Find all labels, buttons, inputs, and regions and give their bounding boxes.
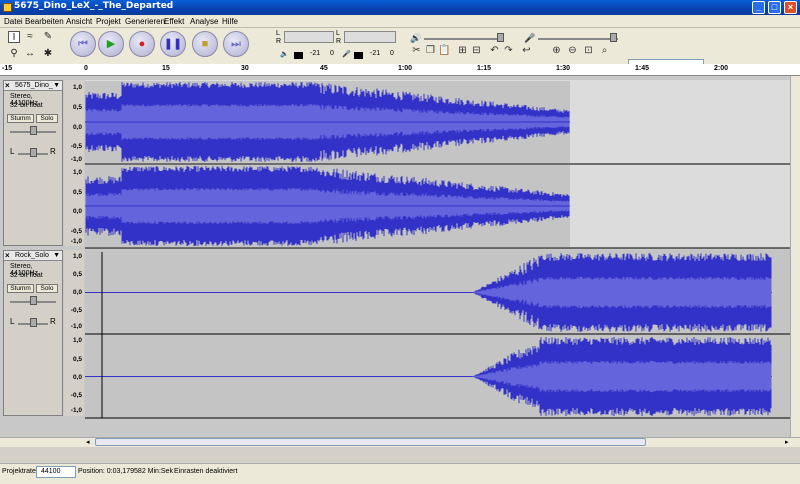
ruler-tick: 1:00 (398, 65, 413, 72)
scroll-thumb[interactable] (95, 438, 646, 446)
fit-selection-icon[interactable]: ⊡ (582, 44, 595, 57)
record-button[interactable]: ● (129, 31, 155, 57)
zoom-out-icon[interactable]: ⊖ (566, 44, 579, 57)
ruler-tick: 0 (84, 65, 88, 72)
window-title: 5675_Dino_LeX_-_The_Departed (14, 1, 174, 11)
ruler-tick: 1:15 (477, 65, 492, 72)
ruler-tick: 1:30 (556, 65, 571, 72)
input-icon: 🎤 (524, 33, 536, 43)
menu-analyse[interactable]: Analyse (190, 17, 218, 26)
title-bar: 5675_Dino_LeX_-_The_Departed _ □ × (0, 0, 800, 15)
scroll-left-icon[interactable]: ◂ (86, 438, 90, 446)
project-rate-value: 44100 (41, 468, 61, 475)
skip-end-icon: ⏭ (231, 38, 241, 50)
paste-icon[interactable]: 📋 (438, 44, 451, 57)
meter2-db-label: -21 (370, 50, 381, 57)
silence-icon[interactable]: ⊟ (470, 44, 483, 57)
menu-datei[interactable]: Datei (4, 17, 23, 26)
skip-end-button[interactable]: ⏭ (223, 31, 249, 57)
timeshift-tool-icon[interactable]: ↔ (24, 48, 36, 60)
maximize-button[interactable]: □ (768, 1, 781, 14)
ruler-tick: -15 (2, 65, 13, 72)
ruler-tick: 15 (162, 65, 170, 72)
output-volume-thumb[interactable] (497, 33, 504, 42)
ruler-tick: 30 (241, 65, 249, 72)
menu-ansicht[interactable]: Ansicht (66, 17, 92, 26)
menu-generieren[interactable]: Generieren (125, 17, 165, 26)
ruler-tick: 1:45 (635, 65, 650, 72)
skip-start-icon: ⏮ (78, 38, 88, 50)
vertical-scrollbar[interactable] (790, 76, 800, 437)
meter-db-label: -21 (310, 50, 321, 57)
toolbar: I ≈ ✎ ⚲ ↔ ✱ ⏮ ▶ ● ❚❚ ■ ⏭ L R L R 🔈 -21 0… (0, 28, 800, 71)
scroll-right-icon[interactable]: ▸ (785, 438, 789, 446)
pause-button[interactable]: ❚❚ (160, 31, 186, 57)
sync-lock-icon[interactable]: ↩ (520, 44, 533, 57)
mic-icon[interactable]: 🎤 (342, 50, 351, 58)
input-volume-thumb[interactable] (610, 33, 617, 42)
position-text: Position: 0:03,179582 Min:Sek (78, 468, 173, 475)
project-rate-label: Projektrate: (2, 468, 38, 475)
selection-tool-icon[interactable]: I (8, 31, 20, 43)
trim-icon[interactable]: ⊞ (456, 44, 469, 57)
ruler-tick: 45 (320, 65, 328, 72)
undo-icon[interactable]: ↶ (488, 44, 501, 57)
menu-bearbeiten[interactable]: Bearbeiten (25, 17, 64, 26)
multi-tool-icon[interactable]: ✱ (42, 48, 54, 60)
stop-button[interactable]: ■ (192, 31, 218, 57)
ruler-tick: 2:00 (714, 65, 729, 72)
minimize-button[interactable]: _ (752, 1, 765, 14)
track-area: × 5675_Dino_ ▼ Stereo, 44100Hz 32-bit fl… (0, 76, 800, 438)
meter2-db0-label: 0 (390, 50, 394, 57)
meter-left-label: L (276, 30, 280, 37)
menu-projekt[interactable]: Projekt (96, 17, 121, 26)
status-bar: Projektrate: 44100 Position: 0:03,179582… (0, 463, 800, 484)
stop-icon: ■ (201, 38, 209, 50)
play-icon: ▶ (106, 38, 116, 50)
volume-icon: 🔊 (410, 33, 422, 43)
input-dropdown-icon[interactable] (354, 52, 363, 59)
output-volume-slider[interactable] (424, 38, 504, 40)
menu-hilfe[interactable]: Hilfe (222, 17, 238, 26)
playback-meter[interactable] (284, 31, 334, 43)
meter-db0-label: 0 (330, 50, 334, 57)
snap-status: Einrasten deaktiviert (174, 468, 238, 475)
output-dropdown-icon[interactable] (294, 52, 303, 59)
input-volume-slider[interactable] (538, 38, 618, 40)
meter2-left-label: L (336, 30, 340, 37)
record-meter[interactable] (344, 31, 396, 43)
meter2-right-label: R (336, 38, 342, 45)
app-icon (3, 3, 12, 12)
close-button[interactable]: × (784, 1, 797, 14)
play-button[interactable]: ▶ (98, 31, 124, 57)
copy-icon[interactable]: ❐ (424, 44, 437, 57)
record-icon: ● (138, 38, 146, 50)
envelope-tool-icon[interactable]: ≈ (24, 31, 36, 43)
fit-project-icon[interactable]: ⌕ (598, 44, 611, 57)
meter-right-label: R (276, 38, 282, 45)
timeline-ruler[interactable]: -15 0 15 30 45 1:00 1:15 1:30 1:45 2:00 (0, 64, 800, 76)
menu-bar: Datei Bearbeiten Ansicht Projekt Generie… (0, 15, 800, 28)
redo-icon[interactable]: ↷ (502, 44, 515, 57)
waveform-display[interactable] (0, 76, 800, 438)
draw-tool-icon[interactable]: ✎ (42, 31, 54, 43)
zoom-tool-icon[interactable]: ⚲ (8, 48, 20, 60)
zoom-in-icon[interactable]: ⊕ (550, 44, 563, 57)
pause-icon: ❚❚ (163, 38, 183, 50)
project-rate-field[interactable]: 44100 (36, 466, 76, 478)
menu-effekt[interactable]: Effekt (164, 17, 184, 26)
speaker-icon[interactable]: 🔈 (280, 50, 289, 58)
cut-icon[interactable]: ✂ (410, 44, 423, 57)
skip-start-button[interactable]: ⏮ (70, 31, 96, 57)
